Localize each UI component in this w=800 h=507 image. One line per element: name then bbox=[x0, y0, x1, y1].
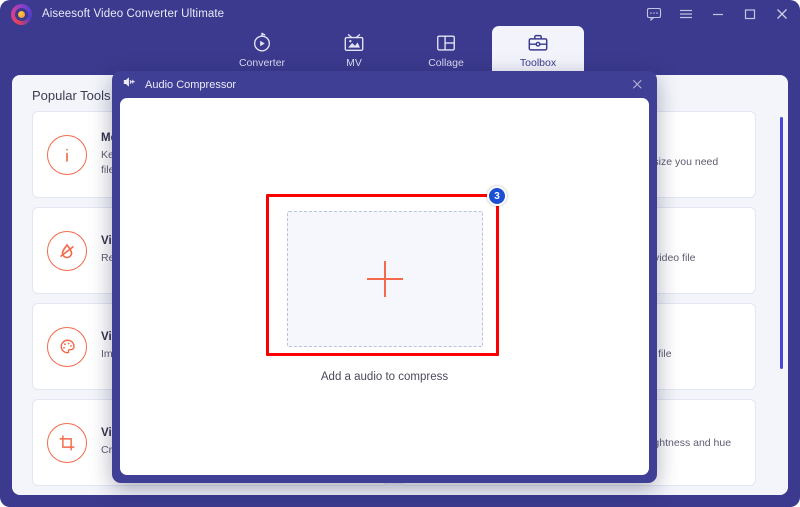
scrollbar-thumb[interactable] bbox=[780, 117, 783, 369]
app-logo-icon bbox=[11, 3, 32, 25]
tab-mv-label: MV bbox=[346, 57, 362, 69]
main-navigation: Converter MV Collage Toolbox bbox=[0, 26, 800, 75]
tab-collage[interactable]: Collage bbox=[400, 26, 492, 75]
crop-icon bbox=[47, 422, 87, 463]
collage-icon bbox=[435, 32, 457, 54]
tab-converter-label: Converter bbox=[238, 57, 286, 69]
application-window: Aiseesoft Video Converter Ultimate Conve… bbox=[0, 0, 800, 507]
tab-toolbox-label: Toolbox bbox=[519, 57, 557, 69]
toolbox-icon bbox=[527, 32, 549, 54]
title-bar: Aiseesoft Video Converter Ultimate bbox=[0, 0, 800, 28]
converter-icon bbox=[251, 32, 273, 54]
plus-icon bbox=[366, 261, 403, 297]
audio-add-icon bbox=[122, 75, 136, 94]
tab-converter[interactable]: Converter bbox=[216, 26, 308, 75]
file-drop-zone[interactable] bbox=[286, 211, 483, 347]
app-title: Aiseesoft Video Converter Ultimate bbox=[42, 8, 225, 20]
dialog-header: Audio Compressor bbox=[112, 71, 657, 98]
drop-zone-label: Add a audio to compress bbox=[320, 371, 449, 383]
menu-icon[interactable] bbox=[678, 6, 694, 22]
feedback-icon[interactable] bbox=[646, 6, 662, 22]
tab-toolbox[interactable]: Toolbox bbox=[492, 26, 584, 75]
window-controls bbox=[646, 0, 790, 28]
palette-icon bbox=[47, 326, 87, 367]
info-icon bbox=[47, 134, 87, 175]
tab-collage-label: Collage bbox=[428, 57, 464, 69]
drop-area-wrapper: Add a audio to compress bbox=[286, 211, 483, 383]
dialog-close-icon[interactable] bbox=[630, 77, 645, 92]
page-title: Popular Tools bbox=[32, 88, 111, 103]
maximize-icon[interactable] bbox=[742, 6, 758, 22]
dialog-body: Add a audio to compress bbox=[120, 98, 649, 475]
mv-icon bbox=[343, 32, 365, 54]
close-icon[interactable] bbox=[774, 6, 790, 22]
dialog-title: Audio Compressor bbox=[145, 78, 237, 91]
watermark-remover-icon bbox=[47, 230, 87, 271]
tab-mv[interactable]: MV bbox=[308, 26, 400, 75]
audio-compressor-dialog: Audio Compressor Add a audio to compress bbox=[112, 71, 657, 483]
minimize-icon[interactable] bbox=[710, 6, 726, 22]
